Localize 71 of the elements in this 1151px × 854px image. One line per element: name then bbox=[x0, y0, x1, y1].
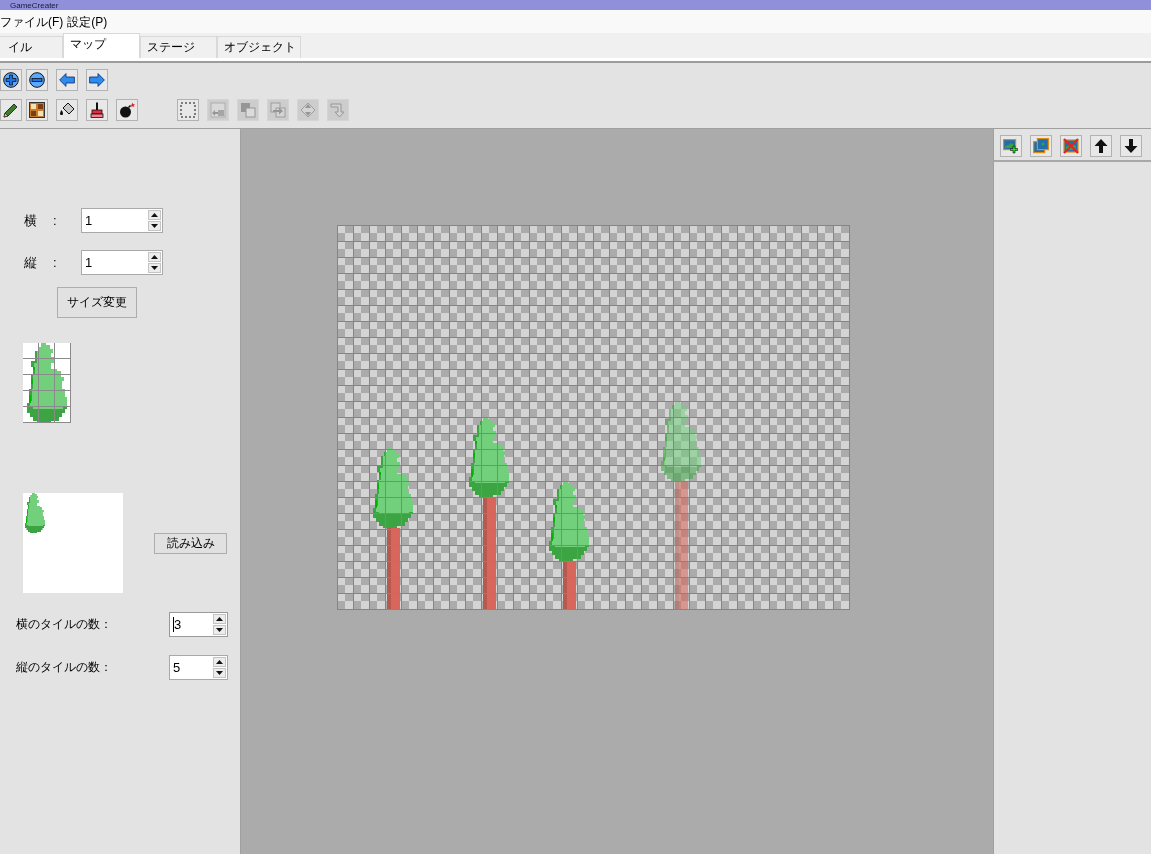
spin-up-button[interactable] bbox=[148, 252, 161, 262]
tree-drawing bbox=[25, 493, 45, 533]
window-title: GameCreater bbox=[10, 0, 59, 10]
number-field[interactable]: 3 bbox=[169, 612, 228, 637]
tab[interactable]: イル bbox=[0, 36, 63, 58]
left-arrow-icon bbox=[59, 72, 75, 88]
spin-down-button[interactable] bbox=[213, 625, 226, 635]
down-triangle-icon bbox=[216, 671, 223, 675]
pencil-icon bbox=[3, 102, 19, 118]
down-triangle-icon bbox=[151, 266, 158, 270]
spin-up-button[interactable] bbox=[213, 614, 226, 624]
tab[interactable]: マップ bbox=[63, 33, 140, 58]
field-label: 縦のタイルの数： bbox=[16, 659, 113, 676]
pencil-button[interactable] bbox=[0, 99, 22, 121]
number-field[interactable]: 1 bbox=[81, 208, 163, 233]
spin-down-button[interactable] bbox=[148, 221, 161, 231]
marquee-icon bbox=[180, 102, 196, 118]
colon-text: : bbox=[53, 255, 58, 270]
picture-button[interactable] bbox=[26, 99, 48, 121]
field-label: 横 bbox=[24, 211, 38, 230]
bucket-icon bbox=[59, 102, 75, 118]
down-arrow-button[interactable] bbox=[1120, 135, 1142, 157]
number-field[interactable]: 1 bbox=[81, 250, 163, 275]
picture-icon bbox=[29, 102, 45, 118]
overlap-squares-icon bbox=[240, 102, 256, 118]
field-label: 横のタイルの数： bbox=[16, 616, 113, 633]
stamp-button[interactable] bbox=[86, 99, 108, 121]
bomb-button[interactable] bbox=[116, 99, 138, 121]
bomb-icon bbox=[119, 102, 135, 118]
bucket-button[interactable] bbox=[56, 99, 78, 121]
up-triangle-icon bbox=[216, 617, 223, 621]
stacked-images-button[interactable] bbox=[1030, 135, 1052, 157]
marquee-button[interactable] bbox=[177, 99, 199, 121]
number-field[interactable]: 5 bbox=[169, 655, 228, 680]
zoom-in-icon bbox=[3, 72, 19, 88]
zoom-out-icon bbox=[29, 72, 45, 88]
up-triangle-icon bbox=[151, 213, 158, 217]
load-button[interactable]: 読み込み bbox=[154, 533, 227, 554]
image-plus-icon bbox=[1003, 138, 1019, 154]
field-label: 縦 bbox=[24, 253, 38, 272]
tab[interactable]: オブジェクト bbox=[217, 36, 301, 58]
spin-down-button[interactable] bbox=[148, 263, 161, 273]
image-cross-icon bbox=[1063, 138, 1079, 154]
stamp-icon bbox=[89, 102, 105, 118]
down-triangle-icon bbox=[151, 224, 158, 228]
up-triangle-icon bbox=[151, 255, 158, 259]
diamond-arrows-icon bbox=[300, 102, 316, 118]
image-plus-button[interactable] bbox=[1000, 135, 1022, 157]
colon-text: : bbox=[53, 213, 58, 228]
down-arrow-icon bbox=[1123, 138, 1139, 154]
zoom-out-button[interactable] bbox=[26, 69, 48, 91]
stacked-images-icon bbox=[1033, 138, 1049, 154]
up-triangle-icon bbox=[216, 660, 223, 664]
zoom-in-button[interactable] bbox=[0, 69, 22, 91]
up-arrow-button[interactable] bbox=[1090, 135, 1112, 157]
spin-up-button[interactable] bbox=[148, 210, 161, 220]
tab[interactable]: ステージ bbox=[140, 36, 217, 58]
menu-item[interactable]: ファイル(F) bbox=[0, 13, 68, 30]
left-arrow-button[interactable] bbox=[56, 69, 78, 91]
down-triangle-icon bbox=[216, 628, 223, 632]
turn-arrow-icon bbox=[330, 102, 346, 118]
right-arrow-button[interactable] bbox=[86, 69, 108, 91]
right-arrow-icon bbox=[89, 72, 105, 88]
spin-up-button[interactable] bbox=[213, 657, 226, 667]
menu-item[interactable]: 設定(P) bbox=[67, 13, 112, 30]
up-arrow-icon bbox=[1093, 138, 1109, 154]
resize-button[interactable]: サイズ変更 bbox=[57, 287, 137, 318]
image-cross-button[interactable] bbox=[1060, 135, 1082, 157]
arrow-squares-icon bbox=[270, 102, 286, 118]
spin-down-button[interactable] bbox=[213, 668, 226, 678]
text-cursor bbox=[173, 617, 174, 632]
